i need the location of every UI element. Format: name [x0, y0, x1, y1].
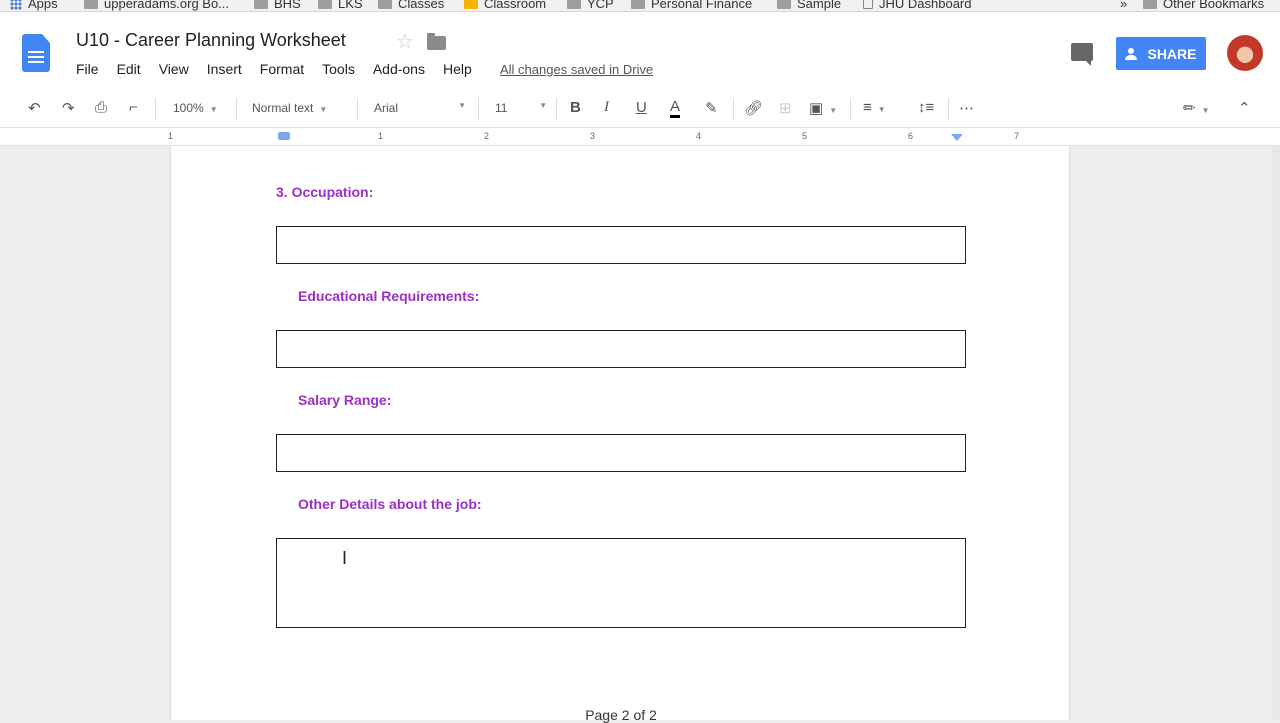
highlight-icon[interactable]: ✎: [705, 99, 718, 117]
text-color-icon[interactable]: A: [670, 99, 681, 118]
italic-icon[interactable]: I: [604, 99, 609, 116]
insert-link-icon[interactable]: 🔗︎: [744, 99, 763, 117]
menu-format[interactable]: Format: [260, 61, 304, 77]
left-indent-marker[interactable]: [278, 132, 290, 140]
bookmark-apps[interactable]: Apps: [10, 0, 58, 11]
share-button[interactable]: SHARE: [1116, 37, 1206, 70]
ruler-tick: 3: [590, 131, 596, 141]
classroom-icon: [464, 0, 478, 9]
menu-bar: File Edit View Insert Format Tools Add-o…: [76, 61, 490, 77]
menu-help[interactable]: Help: [443, 61, 472, 77]
ruler: 1 1 2 3 4 5 6 7: [0, 128, 1280, 146]
chevron-down-icon: ▼: [829, 106, 838, 115]
add-comment-icon[interactable]: ⊞: [779, 99, 792, 117]
occupation-label: 3. Occupation:: [276, 184, 374, 200]
folder-icon: [777, 0, 791, 9]
folder-icon: [631, 0, 645, 9]
paint-format-icon[interactable]: ⌐: [129, 99, 138, 116]
apps-grid-icon: [10, 0, 22, 10]
bookmark-classroom[interactable]: Classroom: [464, 0, 546, 11]
add-person-icon: [1125, 47, 1139, 60]
underline-icon[interactable]: U: [636, 99, 647, 116]
bookmark-other-bookmarks[interactable]: Other Bookmarks: [1143, 0, 1264, 11]
chevron-down-icon: ▼: [1201, 106, 1210, 115]
educational-requirements-label: Educational Requirements:: [298, 288, 480, 304]
more-options-icon[interactable]: ⋯: [959, 99, 974, 117]
font-select[interactable]: Arial ▼: [374, 101, 466, 115]
folder-icon: [254, 0, 268, 9]
bookmarks-bar: Apps upperadams.org Bo... BHS LKS Classe…: [0, 0, 1280, 12]
bold-icon[interactable]: B: [570, 99, 581, 116]
paragraph-style-select[interactable]: Normal text ▼: [252, 101, 327, 115]
zoom-select[interactable]: 100% ▼: [173, 101, 218, 115]
formatting-toolbar: ↶ ↷ ⎙ ⌐ 100% ▼ Normal text ▼ Arial ▼ 11 ▼ B …: [0, 90, 1280, 128]
comments-icon[interactable]: [1071, 43, 1093, 66]
move-to-folder-icon[interactable]: [427, 33, 446, 50]
bookmark-jhu-dashboard[interactable]: JHU Dashboard: [863, 0, 972, 11]
vertical-scrollbar[interactable]: [1272, 146, 1280, 720]
insert-image-icon[interactable]: ▣ ▼: [809, 99, 837, 117]
document-title[interactable]: U10 - Career Planning Worksheet: [76, 30, 346, 51]
document-canvas: 3. Occupation: Educational Requirements:…: [0, 146, 1280, 723]
ruler-tick: 1: [378, 131, 384, 141]
bookmark-bhs[interactable]: BHS: [254, 0, 301, 11]
redo-icon[interactable]: ↷: [62, 99, 75, 117]
salary-range-answer-box[interactable]: [276, 434, 966, 472]
ruler-tick: 6: [908, 131, 914, 141]
other-details-answer-box[interactable]: [276, 538, 966, 628]
folder-icon: [378, 0, 392, 9]
ruler-tick: 5: [802, 131, 808, 141]
menu-tools[interactable]: Tools: [322, 61, 355, 77]
docs-header: U10 - Career Planning Worksheet ☆ File E…: [0, 12, 1280, 90]
chevron-down-icon: ▼: [458, 101, 466, 110]
line-spacing-icon[interactable]: ↕≡: [918, 99, 934, 116]
page-indicator: Page 2 of 2: [585, 707, 657, 723]
chevron-down-icon: ▼: [877, 105, 886, 114]
docs-logo-icon[interactable]: [22, 34, 50, 72]
align-left-icon[interactable]: ≡ ▼: [863, 99, 886, 116]
bookmark-personal-finance[interactable]: Personal Finance: [631, 0, 752, 11]
font-size-select[interactable]: 11 ▼: [495, 101, 547, 115]
salary-range-label: Salary Range:: [298, 392, 392, 408]
chevron-down-icon: ▼: [319, 105, 328, 114]
ruler-tick: 1: [168, 131, 174, 141]
text-cursor-icon: I: [342, 548, 348, 568]
menu-file[interactable]: File: [76, 61, 99, 77]
ruler-band[interactable]: 1 1 2 3 4 5 6 7: [168, 128, 1070, 146]
bookmark-lks[interactable]: LKS: [318, 0, 363, 11]
avatar[interactable]: [1227, 35, 1263, 71]
print-icon[interactable]: ⎙: [95, 99, 107, 116]
folder-icon: [318, 0, 332, 9]
educational-requirements-answer-box[interactable]: [276, 330, 966, 368]
bookmark-classes[interactable]: Classes: [378, 0, 444, 11]
bookmark-sample[interactable]: Sample: [777, 0, 841, 11]
occupation-answer-box[interactable]: [276, 226, 966, 264]
chevron-down-icon: ▼: [539, 101, 547, 110]
menu-edit[interactable]: Edit: [117, 61, 141, 77]
menu-insert[interactable]: Insert: [207, 61, 242, 77]
folder-icon: [1143, 0, 1157, 9]
ruler-tick: 7: [1014, 131, 1020, 141]
bookmarks-overflow-button[interactable]: »: [1120, 0, 1127, 11]
other-details-label: Other Details about the job:: [298, 496, 482, 512]
file-icon: [863, 0, 873, 9]
collapse-menus-icon[interactable]: ⌃: [1238, 99, 1251, 117]
ruler-tick: 2: [484, 131, 490, 141]
editing-mode-icon[interactable]: ✏ ▼: [1183, 99, 1210, 117]
right-indent-marker[interactable]: [951, 134, 963, 141]
document-page[interactable]: 3. Occupation: Educational Requirements:…: [170, 146, 1070, 723]
star-icon[interactable]: ☆: [396, 29, 414, 54]
save-status[interactable]: All changes saved in Drive: [500, 62, 653, 77]
menu-addons[interactable]: Add-ons: [373, 61, 425, 77]
folder-icon: [84, 0, 98, 9]
bookmark-ycp[interactable]: YCP: [567, 0, 614, 11]
folder-icon: [567, 0, 581, 9]
undo-icon[interactable]: ↶: [28, 99, 41, 117]
menu-view[interactable]: View: [159, 61, 189, 77]
bookmark-upperadams[interactable]: upperadams.org Bo...: [84, 0, 229, 11]
ruler-tick: 4: [696, 131, 702, 141]
chevron-down-icon: ▼: [209, 105, 218, 114]
